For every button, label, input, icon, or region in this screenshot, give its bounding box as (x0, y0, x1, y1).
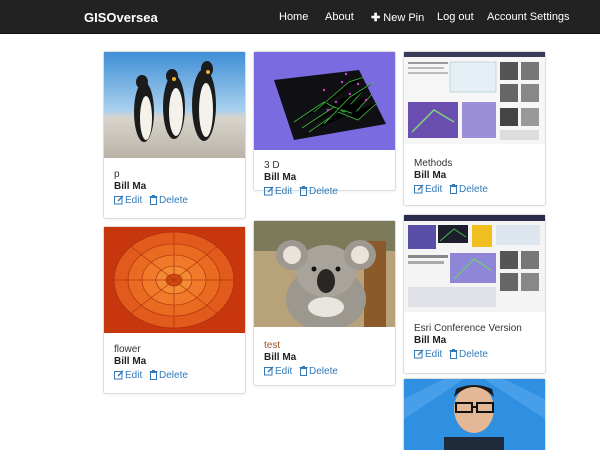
pin-author: Bill Ma (414, 335, 447, 346)
pin-actions: Edit Delete (264, 186, 385, 197)
pin-title: test (264, 340, 281, 351)
edit-icon (414, 184, 424, 194)
pin-image[interactable] (104, 227, 245, 333)
delete-button[interactable]: Delete (149, 195, 188, 206)
pin-actions: Edit Delete (414, 184, 535, 195)
navbar: GISOversea Home About ✚ New Pin Log out … (0, 0, 600, 34)
nav-logout-link[interactable]: Log out (437, 11, 474, 23)
portrait-photo (404, 379, 545, 450)
pin-title: p (114, 169, 120, 180)
pin-image[interactable] (404, 52, 545, 144)
trash-icon (299, 186, 308, 196)
pin-actions: Edit Delete (114, 195, 235, 206)
pin-card: test Bill Ma Edit Delete (253, 220, 396, 386)
edit-label: Edit (425, 349, 443, 360)
pin-image[interactable] (254, 52, 395, 150)
orange-flower-photo (104, 227, 245, 333)
pin-title: Esri Conference Version (414, 323, 522, 334)
delete-button[interactable]: Delete (149, 370, 188, 381)
pin-card (403, 378, 546, 450)
edit-icon (264, 366, 274, 376)
pin-card: 3 D Bill Ma Edit Delete (253, 51, 396, 197)
methods-slide (404, 52, 545, 144)
delete-label: Delete (309, 366, 338, 377)
trash-icon (299, 366, 308, 376)
pin-actions: Edit Delete (264, 366, 385, 377)
edit-icon (114, 195, 124, 205)
delete-label: Delete (159, 370, 188, 381)
pin-card: Methods Bill Ma Edit Delete (403, 51, 546, 206)
pin-card: flower Bill Ma Edit Delete (103, 226, 246, 394)
pin-title: 3 D (264, 160, 280, 171)
trash-icon (149, 195, 158, 205)
trash-icon (149, 370, 158, 380)
edit-button[interactable]: Edit (114, 195, 142, 206)
edit-icon (414, 349, 424, 359)
delete-label: Delete (459, 349, 488, 360)
trash-icon (449, 349, 458, 359)
edit-label: Edit (275, 186, 293, 197)
nav-about-link[interactable]: About (325, 11, 354, 23)
nav-new-pin-link[interactable]: ✚ New Pin (371, 11, 424, 24)
edit-button[interactable]: Edit (414, 349, 442, 360)
trash-icon (449, 184, 458, 194)
pin-title: flower (114, 344, 141, 355)
pin-author: Bill Ma (414, 170, 447, 181)
pin-actions: Edit Delete (414, 349, 535, 360)
delete-label: Delete (159, 195, 188, 206)
delete-button[interactable]: Delete (449, 184, 488, 195)
pin-author: Bill Ma (114, 181, 147, 192)
pin-title: Methods (414, 158, 453, 169)
nav-account-settings-link[interactable]: Account Settings (487, 11, 570, 23)
pin-image[interactable] (404, 215, 545, 312)
edit-icon (264, 186, 274, 196)
delete-button[interactable]: Delete (299, 186, 338, 197)
edit-label: Edit (425, 184, 443, 195)
delete-label: Delete (309, 186, 338, 197)
pin-author: Bill Ma (264, 172, 297, 183)
pin-author: Bill Ma (264, 352, 297, 363)
nav-links: Home About ✚ New Pin Log out Account Set… (0, 11, 600, 25)
delete-label: Delete (459, 184, 488, 195)
edit-label: Edit (125, 195, 143, 206)
3d-point-cloud (254, 52, 395, 150)
pin-card: p Bill Ma Edit Delete (103, 51, 246, 219)
pin-author: Bill Ma (114, 356, 147, 367)
delete-button[interactable]: Delete (299, 366, 338, 377)
nav-home-link[interactable]: Home (279, 11, 308, 23)
koala-photo (254, 221, 395, 327)
nav-new-pin-label: New Pin (383, 12, 425, 24)
pin-card: Esri Conference Version Bill Ma Edit Del… (403, 214, 546, 374)
edit-button[interactable]: Edit (114, 370, 142, 381)
edit-label: Edit (125, 370, 143, 381)
pin-image[interactable] (254, 221, 395, 327)
edit-icon (114, 370, 124, 380)
edit-label: Edit (275, 366, 293, 377)
plus-icon: ✚ (371, 12, 381, 24)
edit-button[interactable]: Edit (414, 184, 442, 195)
pin-actions: Edit Delete (114, 370, 235, 381)
edit-button[interactable]: Edit (264, 366, 292, 377)
pin-image[interactable] (104, 52, 245, 158)
delete-button[interactable]: Delete (449, 349, 488, 360)
conference-poster (404, 215, 545, 312)
edit-button[interactable]: Edit (264, 186, 292, 197)
penguins-photo (104, 52, 245, 158)
pin-image[interactable] (404, 379, 545, 450)
